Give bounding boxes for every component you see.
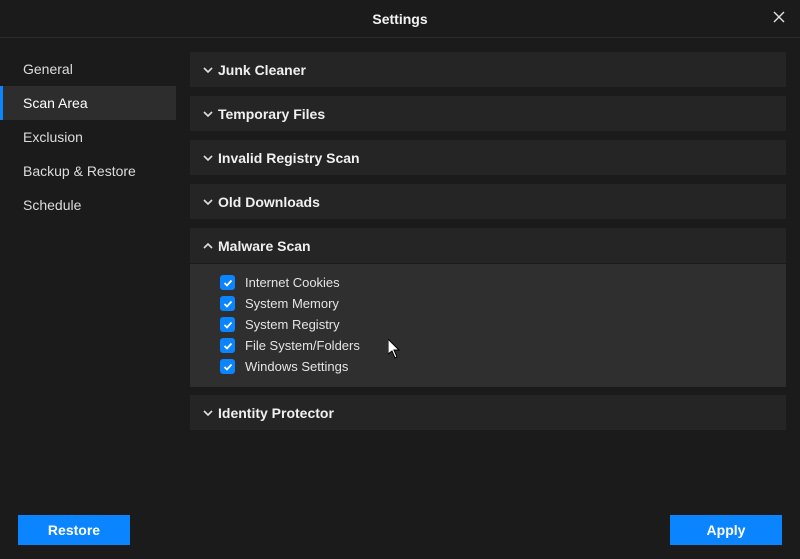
close-button[interactable]: [758, 0, 800, 38]
sidebar-item-exclusion[interactable]: Exclusion: [0, 120, 176, 154]
check-row-file-system-folders[interactable]: File System/Folders: [190, 335, 786, 356]
main-area: General Scan Area Exclusion Backup & Res…: [0, 38, 800, 501]
section-body-malware-scan: Internet Cookies System Memory System Re…: [190, 264, 786, 387]
content-panel: Junk Cleaner Temporary Files Invalid Reg…: [176, 38, 800, 501]
check-label: Internet Cookies: [245, 275, 340, 290]
sidebar-item-label: Schedule: [23, 197, 81, 213]
titlebar: Settings: [0, 0, 800, 38]
sidebar-item-general[interactable]: General: [0, 52, 176, 86]
window-title: Settings: [372, 11, 427, 27]
check-label: System Registry: [245, 317, 340, 332]
sidebar-item-label: Scan Area: [23, 95, 88, 111]
checkbox-icon: [220, 275, 235, 290]
chevron-down-icon: [198, 153, 218, 163]
section-header-identity-protector[interactable]: Identity Protector: [190, 395, 786, 431]
section-label: Malware Scan: [218, 238, 311, 254]
checkbox-icon: [220, 338, 235, 353]
section-invalid-registry-scan: Invalid Registry Scan: [190, 140, 786, 176]
checkbox-icon: [220, 317, 235, 332]
close-icon: [773, 10, 785, 28]
section-label: Invalid Registry Scan: [218, 150, 360, 166]
sidebar-item-backup-restore[interactable]: Backup & Restore: [0, 154, 176, 188]
check-label: File System/Folders: [245, 338, 360, 353]
chevron-down-icon: [198, 197, 218, 207]
chevron-down-icon: [198, 65, 218, 75]
section-header-invalid-registry-scan[interactable]: Invalid Registry Scan: [190, 140, 786, 176]
section-label: Old Downloads: [218, 194, 320, 210]
sidebar-item-schedule[interactable]: Schedule: [0, 188, 176, 222]
footer: Restore Apply: [0, 501, 800, 559]
chevron-down-icon: [198, 408, 218, 418]
section-identity-protector: Identity Protector: [190, 395, 786, 431]
section-header-old-downloads[interactable]: Old Downloads: [190, 184, 786, 220]
section-label: Temporary Files: [218, 106, 325, 122]
check-row-windows-settings[interactable]: Windows Settings: [190, 356, 786, 377]
check-row-system-registry[interactable]: System Registry: [190, 314, 786, 335]
sidebar-item-label: Backup & Restore: [23, 163, 136, 179]
section-header-junk-cleaner[interactable]: Junk Cleaner: [190, 52, 786, 88]
sidebar-item-scan-area[interactable]: Scan Area: [0, 86, 176, 120]
section-old-downloads: Old Downloads: [190, 184, 786, 220]
section-label: Junk Cleaner: [218, 62, 306, 78]
section-label: Identity Protector: [218, 405, 334, 421]
check-row-internet-cookies[interactable]: Internet Cookies: [190, 272, 786, 293]
section-header-malware-scan[interactable]: Malware Scan: [190, 228, 786, 264]
check-label: System Memory: [245, 296, 339, 311]
sidebar: General Scan Area Exclusion Backup & Res…: [0, 38, 176, 501]
checkbox-icon: [220, 359, 235, 374]
chevron-up-icon: [198, 241, 218, 251]
sidebar-item-label: General: [23, 61, 73, 77]
section-junk-cleaner: Junk Cleaner: [190, 52, 786, 88]
section-malware-scan: Malware Scan Internet Cookies System Mem…: [190, 228, 786, 387]
check-row-system-memory[interactable]: System Memory: [190, 293, 786, 314]
chevron-down-icon: [198, 109, 218, 119]
restore-button[interactable]: Restore: [18, 515, 130, 545]
apply-button[interactable]: Apply: [670, 515, 782, 545]
section-header-temporary-files[interactable]: Temporary Files: [190, 96, 786, 132]
sidebar-item-label: Exclusion: [23, 129, 83, 145]
checkbox-icon: [220, 296, 235, 311]
section-temporary-files: Temporary Files: [190, 96, 786, 132]
check-label: Windows Settings: [245, 359, 348, 374]
